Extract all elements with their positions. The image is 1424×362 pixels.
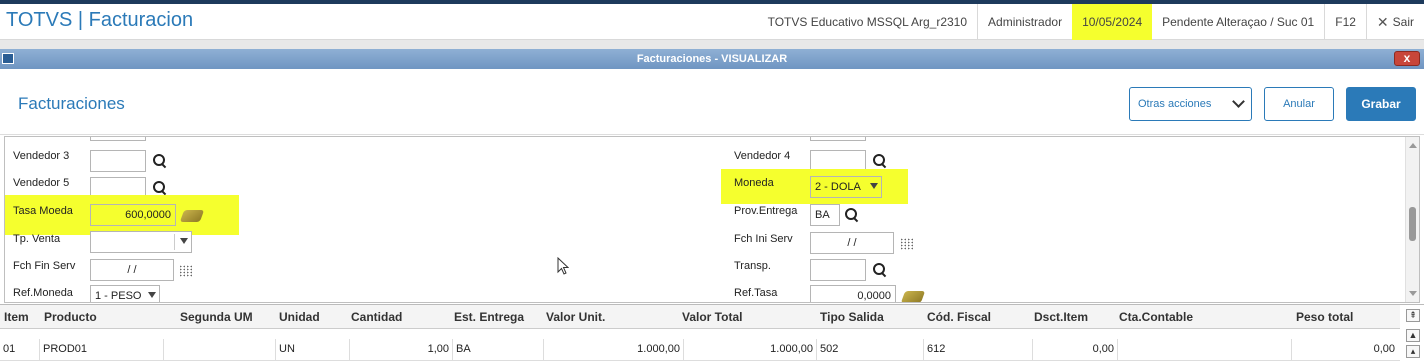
grid-up-icon[interactable]: ▴ [1406, 345, 1420, 358]
fch-fin-serv-label: Fch Fin Serv [13, 260, 76, 272]
cell-est-entrega[interactable]: BA [453, 339, 544, 361]
cell-segunda-um[interactable] [164, 339, 276, 361]
cell-valor-total[interactable]: 1.000,00 [684, 339, 817, 361]
grid-header: Item Producto Segunda UM Unidad Cantidad… [0, 305, 1400, 329]
col-header[interactable]: Cantidad [351, 310, 402, 324]
ref-moneda-select[interactable]: 1 - PESO [90, 285, 160, 302]
col-header[interactable]: Dsct.Item [1034, 310, 1088, 324]
tasa-moeda-field[interactable]: 600,0000 [90, 204, 176, 226]
cell-tipo-salida[interactable]: 502 [817, 339, 924, 361]
app-bar: TOTVS | Facturacion TOTVS Educativo MSSQ… [0, 4, 1424, 40]
transp-label: Transp. [734, 260, 771, 272]
col-header[interactable]: Est. Entrega [454, 310, 524, 324]
environment-label: TOTVS Educativo MSSQL Arg_r2310 [767, 15, 968, 29]
otras-acciones-button[interactable]: Otras acciones [1129, 87, 1252, 121]
window-icon[interactable] [2, 53, 14, 64]
search-icon[interactable] [873, 154, 887, 168]
window-titlebar: Facturaciones - VISUALIZAR x [0, 49, 1424, 69]
ref-tasa-field[interactable]: 0,0000 [810, 285, 896, 302]
scroll-down-icon[interactable] [1409, 291, 1417, 296]
dropdown-arrow-icon [180, 238, 188, 244]
exit-label: Sair [1392, 15, 1414, 29]
form-scrollbar[interactable] [1405, 137, 1419, 302]
tasa-moeda-label: Tasa Moeda [13, 205, 73, 217]
prov-entrega-field[interactable]: BA [810, 204, 840, 226]
cut-off-field[interactable] [90, 137, 146, 141]
moneda-value: 2 - DOLA [815, 181, 861, 193]
cell-cta-contable[interactable] [1118, 339, 1292, 361]
app-title: TOTVS | Facturacion [6, 9, 194, 31]
transp-field[interactable] [810, 259, 866, 281]
ref-moneda-value: 1 - PESO [95, 290, 142, 302]
col-header[interactable]: Item [4, 310, 29, 324]
col-header[interactable]: Tipo Salida [820, 310, 884, 324]
moneda-select[interactable]: 2 - DOLA [810, 176, 882, 198]
cut-off-field[interactable] [810, 137, 866, 141]
cell-peso-total[interactable]: 0,00 [1292, 339, 1398, 361]
dropdown-arrow-icon [148, 292, 156, 298]
col-header[interactable]: Cta.Contable [1119, 310, 1193, 324]
window-close-button[interactable]: x [1394, 51, 1420, 66]
scroll-up-icon[interactable] [1409, 143, 1417, 148]
exit-button[interactable]: ✕ Sair [1365, 4, 1424, 40]
f12-button[interactable]: F12 [1324, 4, 1366, 40]
close-icon: ✕ [1376, 13, 1389, 30]
calendar-icon[interactable] [179, 265, 193, 277]
form-panel: Vendedor 3 Vendedor 5 Tasa Moeda 600,000… [4, 136, 1420, 303]
col-header[interactable]: Producto [44, 310, 97, 324]
close-icon: x [1403, 51, 1411, 65]
prov-entrega-label: Prov.Entrega [734, 205, 798, 217]
search-icon[interactable] [153, 154, 167, 168]
cell-cantidad[interactable]: 1,00 [350, 339, 453, 361]
cell-cod-fiscal[interactable]: 612 [924, 339, 1033, 361]
select-separator [174, 234, 175, 250]
ref-tasa-label: Ref.Tasa [734, 287, 778, 299]
cell-dsct-item[interactable]: 0,00 [1033, 339, 1118, 361]
branch-label[interactable]: Pendente Alteraçao / Suc 01 [1152, 4, 1324, 40]
coins-icon[interactable] [900, 291, 926, 302]
scroll-thumb[interactable] [1409, 207, 1416, 241]
search-icon[interactable] [153, 181, 167, 195]
grid-first-icon[interactable]: ⇞ [1406, 309, 1420, 322]
moneda-label: Moneda [734, 177, 774, 189]
tp-venta-select[interactable] [90, 231, 192, 253]
dropdown-arrow-icon [870, 183, 878, 189]
fch-ini-serv-field[interactable]: / / [810, 232, 894, 254]
col-header[interactable]: Cód. Fiscal [927, 310, 991, 324]
cell-unidad[interactable]: UN [276, 339, 350, 361]
fch-fin-serv-field[interactable]: / / [90, 259, 174, 281]
col-header[interactable]: Segunda UM [180, 310, 253, 324]
table-row[interactable]: 01 PROD01 UN 1,00 BA 1.000,00 1.000,00 5… [0, 339, 1400, 361]
calendar-icon[interactable] [900, 238, 914, 250]
cell-item[interactable]: 01 [0, 339, 40, 361]
search-icon[interactable] [873, 263, 887, 277]
vendedor5-label: Vendedor 5 [13, 177, 70, 189]
items-grid: Item Producto Segunda UM Unidad Cantidad… [0, 304, 1424, 362]
mouse-cursor-icon [557, 257, 569, 275]
vendedor3-label: Vendedor 3 [13, 150, 70, 162]
col-header[interactable]: Valor Unit. [546, 310, 605, 324]
fch-ini-serv-label: Fch Ini Serv [734, 233, 793, 245]
col-header[interactable]: Peso total [1296, 310, 1353, 324]
form-header: Facturaciones Otras acciones Anular Grab… [0, 69, 1424, 135]
tp-venta-label: Tp. Venta [13, 233, 61, 245]
page-title: Facturaciones [18, 94, 125, 113]
window-title: Facturaciones - VISUALIZAR [636, 53, 788, 65]
user-label[interactable]: Administrador [977, 4, 1072, 40]
cell-producto[interactable]: PROD01 [40, 339, 164, 361]
search-icon[interactable] [845, 208, 859, 222]
ref-moneda-label: Ref.Moneda [13, 287, 73, 299]
vendedor4-label: Vendedor 4 [734, 150, 791, 162]
app-status-bar: TOTVS Educativo MSSQL Arg_r2310 Administ… [758, 4, 1424, 40]
date-label[interactable]: 10/05/2024 [1072, 4, 1153, 40]
cell-valor-unit[interactable]: 1.000,00 [544, 339, 684, 361]
col-header[interactable]: Valor Total [682, 310, 742, 324]
otras-acciones-label: Otras acciones [1138, 98, 1212, 110]
grabar-button[interactable]: Grabar [1346, 87, 1416, 121]
grid-up-icon[interactable]: ▲ [1406, 329, 1420, 342]
vendedor3-field[interactable] [90, 150, 146, 172]
col-header[interactable]: Unidad [279, 310, 320, 324]
anular-button[interactable]: Anular [1264, 87, 1334, 121]
chevron-down-icon [1232, 95, 1245, 108]
